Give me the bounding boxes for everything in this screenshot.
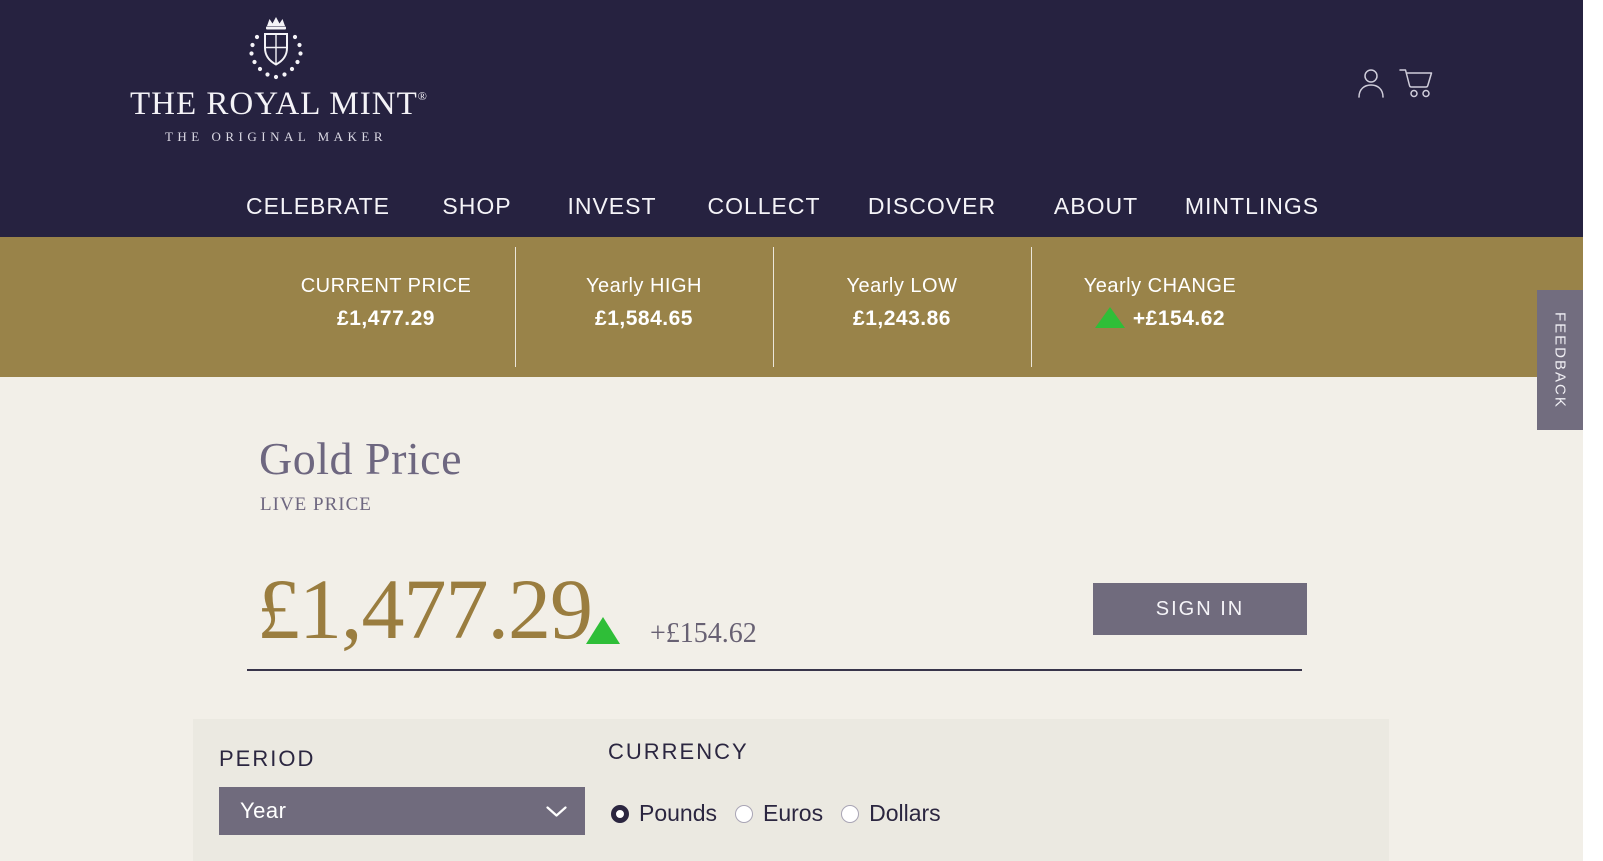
stat-value: +£154.62 (1031, 307, 1289, 331)
currency-label: CURRENCY (608, 739, 749, 765)
site-header: THE ROYAL MINT® THE ORIGINAL MAKER CELEB… (0, 0, 1583, 237)
feedback-tab-label: FEEDBACK (1552, 312, 1569, 409)
cart-icon[interactable] (1398, 66, 1438, 98)
ticker-divider (515, 247, 516, 367)
stat-yearly-low: Yearly LOW £1,243.86 (773, 237, 1031, 377)
live-price-label: LIVE PRICE (260, 494, 372, 516)
scrollbar-track[interactable] (1583, 0, 1603, 861)
nav-shop[interactable]: SHOP (442, 186, 511, 226)
radio-dollars-label[interactable]: Dollars (869, 800, 941, 827)
gold-price-page: THE ROYAL MINT® THE ORIGINAL MAKER CELEB… (0, 0, 1603, 861)
stat-current-price: CURRENT PRICE £1,477.29 (257, 237, 515, 377)
nav-mintlings[interactable]: MINTLINGS (1185, 186, 1319, 226)
live-gold-price: £1,477.29 (257, 566, 592, 652)
stat-yearly-high: Yearly HIGH £1,584.65 (515, 237, 773, 377)
logo-tagline: THE ORIGINAL MAKER (130, 129, 422, 145)
radio-euros-label[interactable]: Euros (763, 800, 823, 827)
feedback-tab[interactable]: FEEDBACK (1537, 290, 1583, 430)
royal-mint-logo[interactable]: THE ROYAL MINT® THE ORIGINAL MAKER (130, 14, 422, 145)
sign-in-button[interactable]: SIGN IN (1093, 583, 1307, 635)
chart-controls-panel: PERIOD Year CURRENCY Pounds Euros Dollar… (193, 719, 1389, 861)
period-dropdown[interactable]: Year (219, 787, 585, 835)
main-nav: CELEBRATE SHOP INVEST COLLECT DISCOVER A… (0, 186, 1583, 226)
logo-wordmark: THE ROYAL MINT® (130, 86, 422, 123)
ticker-divider (773, 247, 774, 367)
radio-pounds[interactable] (611, 805, 629, 823)
ticker-divider (1031, 247, 1032, 367)
triangle-up-icon (586, 617, 620, 644)
radio-dollars[interactable] (841, 805, 859, 823)
currency-radio-group: Pounds Euros Dollars (611, 800, 959, 827)
period-selected-value: Year (240, 798, 286, 824)
stat-value: £1,243.86 (773, 307, 1031, 331)
nav-discover[interactable]: DISCOVER (868, 186, 996, 226)
nav-about[interactable]: ABOUT (1054, 186, 1138, 226)
page-title: Gold Price (259, 432, 462, 485)
registered-mark: ® (418, 89, 428, 103)
triangle-up-icon (1095, 307, 1125, 328)
nav-invest[interactable]: INVEST (567, 186, 656, 226)
stat-yearly-change: Yearly CHANGE +£154.62 (1031, 237, 1289, 377)
account-icon[interactable] (1356, 66, 1386, 100)
period-label: PERIOD (219, 746, 315, 772)
radio-euros[interactable] (735, 805, 753, 823)
chevron-down-icon (546, 806, 567, 818)
nav-celebrate[interactable]: CELEBRATE (246, 186, 390, 226)
stat-value: £1,477.29 (257, 307, 515, 331)
radio-pounds-label[interactable]: Pounds (639, 800, 717, 827)
stat-label: Yearly LOW (773, 275, 1031, 298)
stat-label: CURRENT PRICE (257, 275, 515, 298)
royal-crest-icon (247, 14, 305, 82)
price-change-amount: +£154.62 (650, 618, 757, 650)
price-ticker-bar: CURRENT PRICE £1,477.29 Yearly HIGH £1,5… (0, 237, 1583, 377)
nav-collect[interactable]: COLLECT (707, 186, 820, 226)
stat-value: £1,584.65 (515, 307, 773, 331)
stat-label: Yearly HIGH (515, 275, 773, 298)
horizontal-divider (247, 669, 1302, 671)
stat-label: Yearly CHANGE (1031, 275, 1289, 298)
